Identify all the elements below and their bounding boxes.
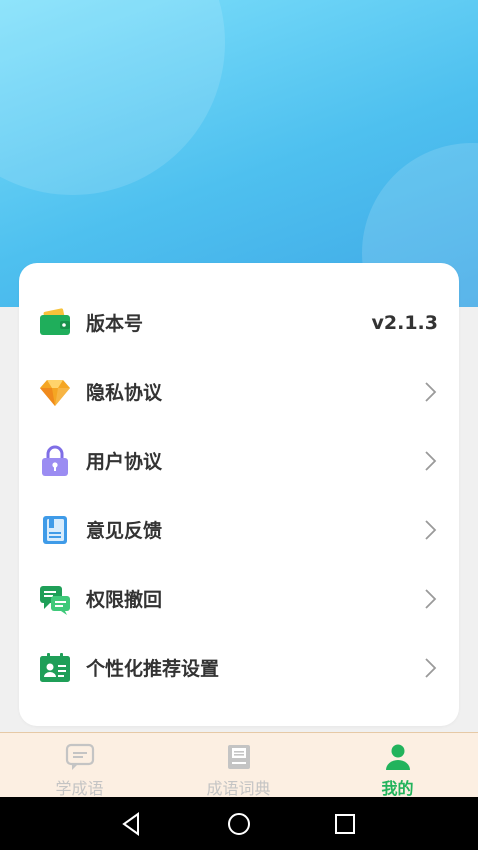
chevron-right-icon	[425, 450, 437, 471]
settings-item-label: 版本号	[86, 313, 144, 335]
wallet-icon	[38, 306, 72, 340]
header-banner	[0, 0, 478, 307]
chat-bubbles-icon	[38, 582, 72, 616]
version-value: v2.1.3	[371, 311, 438, 334]
dictionary-icon	[227, 745, 250, 769]
user-icon	[385, 744, 410, 770]
lock-icon	[38, 444, 72, 478]
tab-learn-idioms[interactable]: 学成语	[0, 733, 159, 798]
settings-item-personalized-recommendation[interactable]: 个性化推荐设置	[19, 633, 459, 702]
notebook-icon	[38, 513, 72, 547]
settings-item-version: 版本号 v2.1.3	[19, 288, 459, 357]
settings-item-permission-revoke[interactable]: 权限撤回	[19, 564, 459, 633]
recents-icon[interactable]	[331, 810, 359, 838]
settings-item-user-agreement[interactable]: 用户协议	[19, 426, 459, 495]
settings-item-label: 个性化推荐设置	[86, 658, 220, 680]
back-icon[interactable]	[118, 810, 146, 838]
settings-item-label: 用户协议	[86, 451, 163, 473]
settings-item-label: 意见反馈	[86, 520, 163, 542]
chevron-right-icon	[425, 588, 437, 609]
settings-item-privacy[interactable]: 隐私协议	[19, 357, 459, 426]
settings-card: 版本号 v2.1.3 隐私协议 用户协议 意见反馈 权限撤回 个性化推荐设置	[19, 263, 459, 726]
chevron-right-icon	[425, 381, 437, 402]
tab-label: 我的	[381, 779, 414, 798]
settings-item-label: 权限撤回	[86, 589, 163, 611]
tab-label: 学成语	[55, 779, 104, 798]
diamond-icon	[38, 375, 72, 409]
profile-card-icon	[38, 651, 72, 685]
settings-item-feedback[interactable]: 意见反馈	[19, 495, 459, 564]
system-navigation-bar	[0, 797, 478, 850]
bottom-tab-bar: 学成语 成语词典 我的	[0, 732, 478, 798]
tab-mine[interactable]: 我的	[318, 733, 477, 798]
chevron-right-icon	[425, 519, 437, 540]
decorative-circle	[0, 0, 225, 195]
chevron-right-icon	[425, 657, 437, 678]
chat-icon	[65, 743, 94, 770]
tab-label: 成语词典	[206, 779, 271, 798]
home-icon[interactable]	[225, 810, 253, 838]
settings-item-label: 隐私协议	[86, 382, 163, 404]
tab-idiom-dictionary[interactable]: 成语词典	[159, 733, 318, 798]
